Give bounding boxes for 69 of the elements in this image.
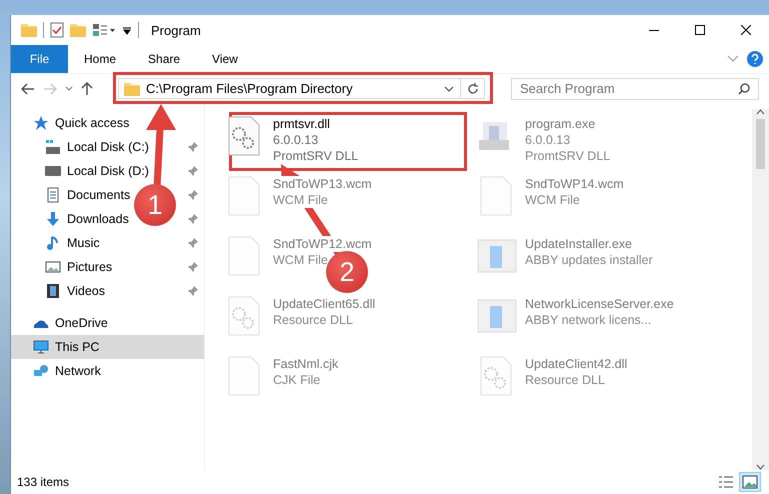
scrollbar-thumb[interactable] bbox=[756, 119, 765, 169]
scroll-up-icon[interactable] bbox=[756, 109, 765, 115]
sidebar-item[interactable]: Local Disk (C:) bbox=[45, 139, 149, 155]
close-icon bbox=[741, 25, 751, 35]
quick-access-star-icon bbox=[33, 115, 49, 131]
file-item[interactable]: FastNml.cjk CJK File bbox=[225, 356, 338, 396]
maximize-icon bbox=[695, 25, 705, 35]
pin-icon[interactable] bbox=[188, 214, 198, 224]
back-arrow-icon[interactable] bbox=[21, 82, 35, 94]
expand-ribbon-icon[interactable] bbox=[727, 55, 739, 63]
search-field[interactable]: Search Program bbox=[511, 78, 759, 100]
sidebar-item[interactable]: Local Disk (D:) bbox=[45, 163, 149, 179]
folder-icon bbox=[21, 23, 37, 37]
selected-row-highlight[interactable]: This PC bbox=[11, 335, 204, 359]
sidebar-item[interactable]: Videos bbox=[45, 283, 105, 299]
sidebar-item[interactable]: Quick access bbox=[33, 115, 130, 131]
file-item[interactable]: UpdateClient65.dll Resource DLL bbox=[225, 296, 376, 336]
customize-toolbar-icon[interactable] bbox=[92, 23, 116, 37]
new-folder-icon bbox=[70, 23, 86, 37]
file-item[interactable]: UpdateInstaller.exe ABBY updates installer bbox=[477, 236, 653, 276]
item-count: 133 items bbox=[17, 475, 70, 489]
sidebar-item[interactable]: Music bbox=[45, 235, 100, 251]
refresh-icon bbox=[466, 82, 478, 94]
view-button[interactable] bbox=[739, 472, 761, 492]
ribbon-tab[interactable]: Share bbox=[132, 45, 196, 73]
file-item[interactable]: NetworkLicenseServer.exe ABBY network licens... bbox=[477, 296, 674, 336]
sidebar-item[interactable]: OneDrive bbox=[33, 315, 108, 331]
up-arrow-icon[interactable] bbox=[81, 82, 93, 96]
ribbon-tab[interactable]: Home bbox=[68, 45, 132, 73]
window-title: Program bbox=[151, 22, 201, 38]
computer-icon bbox=[33, 339, 49, 355]
address-bar[interactable]: C:\Program Files\Program Directory bbox=[118, 78, 485, 99]
search-icon bbox=[738, 82, 750, 94]
large-icons-view-icon bbox=[742, 475, 758, 489]
scroll-down-icon[interactable] bbox=[756, 464, 765, 470]
picture-icon bbox=[45, 259, 61, 275]
dropdown-icon[interactable] bbox=[122, 25, 132, 35]
file-item[interactable]: UpdateClient42.dll Resource DLL bbox=[477, 356, 628, 396]
network-icon bbox=[33, 363, 49, 379]
pin-icon[interactable] bbox=[188, 166, 198, 176]
folder-icon bbox=[124, 82, 140, 96]
file-item[interactable]: program.exe 6.0.0.13 PromtSRV DLL bbox=[477, 116, 610, 164]
music-note-icon bbox=[45, 235, 61, 251]
sidebar-item[interactable]: Network bbox=[33, 363, 101, 379]
pin-icon[interactable] bbox=[188, 286, 198, 296]
file-menu-tab[interactable]: File bbox=[11, 45, 68, 73]
pin-icon[interactable] bbox=[188, 238, 198, 248]
drive-icon bbox=[45, 163, 61, 179]
help-icon[interactable] bbox=[747, 51, 763, 67]
sidebar-item[interactable]: This PC bbox=[33, 339, 100, 355]
recent-locations-icon[interactable] bbox=[65, 86, 73, 92]
pin-icon[interactable] bbox=[188, 190, 198, 200]
file-item[interactable]: SndToWP14.wcm WCM File bbox=[477, 176, 624, 216]
details-view-icon bbox=[718, 475, 734, 489]
file-item[interactable]: SndToWP13.wcm WCM File bbox=[225, 176, 372, 216]
chevron-down-icon[interactable] bbox=[444, 86, 454, 92]
sidebar-item[interactable]: Documents bbox=[45, 187, 130, 203]
file-item[interactable]: prmtsvr.dll 6.0.0.13 PromtSRV DLL bbox=[225, 116, 358, 164]
ribbon-tab[interactable]: View bbox=[196, 45, 254, 73]
drive-icon bbox=[45, 139, 61, 155]
document-icon bbox=[45, 187, 61, 203]
pin-icon[interactable] bbox=[188, 262, 198, 272]
sidebar-item[interactable]: Pictures bbox=[45, 259, 112, 275]
scrollbar[interactable] bbox=[752, 109, 769, 470]
sidebar-item[interactable]: Downloads bbox=[45, 211, 129, 227]
download-arrow-icon bbox=[45, 211, 61, 227]
properties-icon[interactable] bbox=[50, 22, 64, 38]
film-icon bbox=[45, 283, 61, 299]
pin-icon[interactable] bbox=[188, 142, 198, 152]
